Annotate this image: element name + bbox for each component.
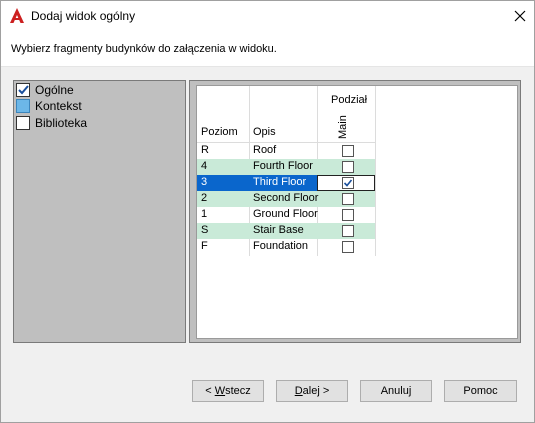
table-row[interactable]: 4 Fourth Floor	[197, 159, 375, 175]
table-row[interactable]: F Foundation	[197, 239, 375, 255]
checkbox-icon[interactable]	[16, 116, 30, 130]
table-row-selected[interactable]: 3 Third Floor	[197, 175, 375, 191]
tree-item-biblioteka[interactable]: Biblioteka	[16, 115, 184, 131]
level-grid: Podział Poziom Opis Main R Roof 4 Fourth…	[196, 85, 518, 339]
level-cell: S	[201, 224, 209, 236]
description-cell: Roof	[253, 144, 277, 156]
help-button[interactable]: Pomoc	[444, 380, 517, 402]
help-button-label: Pomoc	[463, 385, 498, 397]
column-header-level: Poziom	[201, 126, 238, 138]
group-header: Podział	[331, 94, 368, 106]
back-button[interactable]: < Wstecz	[192, 380, 264, 402]
description-cell: Ground Floor	[253, 208, 318, 220]
description-cell: Second Floor	[253, 192, 319, 204]
tree-item-label: Kontekst	[35, 99, 82, 113]
column-header-main: Main	[337, 115, 349, 139]
level-cell: R	[201, 144, 209, 156]
instruction-area: Wybierz fragmenty budynków do załączenia…	[1, 32, 534, 66]
main-checkbox[interactable]	[342, 193, 354, 205]
main-checkbox-checked[interactable]	[342, 177, 354, 189]
description-cell: Fourth Floor	[253, 160, 313, 172]
instruction-text: Wybierz fragmenty budynków do załączenia…	[11, 43, 277, 55]
cancel-button-label: Anuluj	[380, 385, 412, 397]
divider	[1, 66, 534, 67]
description-cell: Third Floor	[253, 176, 307, 188]
table-row[interactable]: S Stair Base	[197, 223, 375, 239]
table-row[interactable]: 1 Ground Floor	[197, 207, 375, 223]
level-cell: 4	[201, 160, 208, 172]
table-row[interactable]: 2 Second Floor	[197, 191, 375, 207]
next-button-accesskey: D	[294, 385, 303, 397]
title-bar: Dodaj widok ogólny	[1, 1, 534, 32]
table-row[interactable]: R Roof	[197, 143, 375, 159]
grid-line	[375, 86, 376, 256]
back-button-accesskey: W	[214, 385, 226, 397]
tree-item-kontekst[interactable]: Kontekst	[16, 98, 184, 114]
close-icon[interactable]	[509, 5, 531, 27]
main-checkbox[interactable]	[342, 241, 354, 253]
back-button-label: stecz	[225, 385, 251, 397]
category-tree: Ogólne Kontekst Biblioteka	[13, 80, 186, 343]
main-checkbox[interactable]	[342, 225, 354, 237]
checkbox-partial-icon[interactable]	[16, 99, 30, 113]
back-button-prefix: <	[205, 385, 215, 397]
next-button-label: alej >	[302, 385, 330, 397]
cancel-button[interactable]: Anuluj	[360, 380, 432, 402]
main-checkbox[interactable]	[342, 161, 354, 173]
description-cell: Stair Base	[253, 224, 304, 236]
window-title: Dodaj widok ogólny	[31, 9, 136, 23]
dialog-window: Dodaj widok ogólny Wybierz fragmenty bud…	[0, 0, 535, 423]
column-header-description: Opis	[253, 126, 276, 138]
level-grid-panel: Podział Poziom Opis Main R Roof 4 Fourth…	[189, 80, 521, 343]
level-cell: 3	[201, 176, 208, 188]
tree-item-label: Biblioteka	[35, 116, 88, 130]
level-cell: 2	[201, 192, 208, 204]
description-cell: Foundation	[253, 240, 309, 252]
next-button[interactable]: Dalej >	[276, 380, 348, 402]
main-checkbox[interactable]	[342, 209, 354, 221]
level-cell: 1	[201, 208, 208, 220]
level-cell: F	[201, 240, 208, 252]
tree-item-label: Ogólne	[35, 83, 74, 97]
tree-item-ogolne[interactable]: Ogólne	[16, 82, 184, 98]
app-logo-icon	[10, 8, 24, 23]
main-checkbox[interactable]	[342, 145, 354, 157]
checkbox-checked-icon[interactable]	[16, 83, 30, 97]
